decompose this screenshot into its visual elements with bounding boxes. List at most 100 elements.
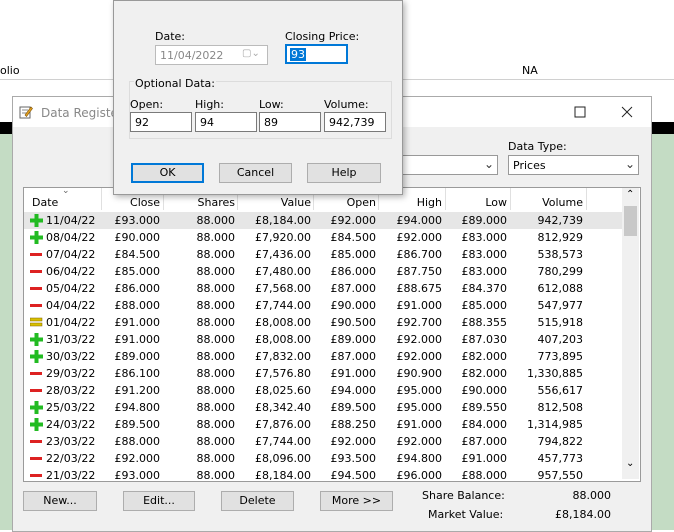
minus-icon xyxy=(30,389,42,392)
cell-date: 29/03/22 xyxy=(46,367,96,380)
maximize-button[interactable] xyxy=(570,103,590,121)
edit-button[interactable]: Edit... xyxy=(123,491,195,511)
cell-open: £87.000 xyxy=(330,282,377,295)
close-button[interactable] xyxy=(617,103,637,121)
cell-high: £92.000 xyxy=(396,350,443,363)
ok-button[interactable]: OK xyxy=(131,163,204,183)
table-row[interactable]: 11/04/22 £93.000 88.000 £8,184.00 £92.000 £94… xyxy=(24,212,622,229)
table-row[interactable]: 04/04/22 £88.000 88.000 £7,744.00 £90.000 £91… xyxy=(24,297,622,314)
delete-button[interactable]: Delete xyxy=(221,491,294,511)
cell-date: 23/03/22 xyxy=(46,435,96,448)
cell-value: £8,008.00 xyxy=(255,316,311,329)
cell-high: £91.000 xyxy=(396,418,443,431)
cell-high: £87.750 xyxy=(396,265,443,278)
minus-icon xyxy=(30,270,42,273)
more-button[interactable]: More >> xyxy=(320,491,393,511)
table-row[interactable]: 22/03/22 £92.000 88.000 £8,096.00 £93.500 £94… xyxy=(24,450,622,467)
col-header-high[interactable]: High xyxy=(379,196,442,209)
cell-low: £83.000 xyxy=(461,248,508,261)
col-header-shares[interactable]: Shares xyxy=(164,196,235,209)
cell-date: 05/04/22 xyxy=(46,282,96,295)
cell-volume: 780,299 xyxy=(537,265,584,278)
cell-close: £93.000 xyxy=(114,469,161,482)
minus-icon xyxy=(30,440,42,443)
calendar-icon[interactable]: ▢⌄ xyxy=(242,48,260,59)
table-row[interactable]: 05/04/22 £86.000 88.000 £7,568.00 £87.000 £88… xyxy=(24,280,622,297)
cell-close: £91.200 xyxy=(114,384,161,397)
data-type-label: Data Type: xyxy=(508,140,567,153)
table-row[interactable]: 28/03/22 £91.200 88.000 £8,025.60 £94.000 £95… xyxy=(24,382,622,399)
table-row[interactable]: 08/04/22 £90.000 88.000 £7,920.00 £84.500 £92… xyxy=(24,229,622,246)
table-row[interactable]: 31/03/22 £91.000 88.000 £8,008.00 £89.000 £92… xyxy=(24,331,622,348)
cell-close: £89.500 xyxy=(114,418,161,431)
col-header-date[interactable]: Date xyxy=(32,196,58,209)
register-edit-icon xyxy=(19,106,33,119)
cell-low: £87.030 xyxy=(461,333,508,346)
cell-low: £87.000 xyxy=(461,435,508,448)
equal-icon xyxy=(30,317,43,327)
table-row[interactable]: 24/03/22 £89.500 88.000 £7,876.00 £88.250 £91… xyxy=(24,416,622,433)
scroll-down-icon[interactable]: ⌄ xyxy=(626,458,634,469)
price-table: ⌄ Date Close Shares Value Open High Low … xyxy=(23,187,641,482)
cell-shares: 88.000 xyxy=(196,265,236,278)
col-header-low[interactable]: Low xyxy=(446,196,507,209)
open-field[interactable]: 92 xyxy=(130,112,192,132)
cell-date: 06/04/22 xyxy=(46,265,96,278)
minus-icon xyxy=(30,372,42,375)
table-row[interactable]: 30/03/22 £89.000 88.000 £7,832.00 £87.000 £92… xyxy=(24,348,622,365)
new-button[interactable]: New... xyxy=(23,491,97,511)
high-label: High: xyxy=(195,98,224,111)
cell-volume: 457,773 xyxy=(537,452,584,465)
table-row[interactable]: 23/03/22 £88.000 88.000 £7,744.00 £92.000 £92… xyxy=(24,433,622,450)
security-combo[interactable]: ⌄ xyxy=(401,155,498,175)
table-row[interactable]: 01/04/22 £91.000 88.000 £8,008.00 £90.500 £92… xyxy=(24,314,622,331)
table-row[interactable]: 07/04/22 £84.500 88.000 £7,436.00 £85.000 £86… xyxy=(24,246,622,263)
cell-high: £92.000 xyxy=(396,435,443,448)
table-row[interactable]: 06/04/22 £85.000 88.000 £7,480.00 £86.000 £87… xyxy=(24,263,622,280)
volume-field[interactable]: 942,739 xyxy=(324,112,386,132)
table-row[interactable]: 29/03/22 £86.100 88.000 £7,576.80 £91.000 £90… xyxy=(24,365,622,382)
scrollbar-thumb[interactable] xyxy=(624,206,637,236)
cell-close: £86.000 xyxy=(114,282,161,295)
volume-label: Volume: xyxy=(324,98,369,111)
background-row-value: NA xyxy=(522,64,538,77)
high-field[interactable]: 94 xyxy=(195,112,257,132)
cell-high: £95.000 xyxy=(396,401,443,414)
date-field[interactable]: 11/04/2022 ▢⌄ xyxy=(155,45,268,65)
closing-price-field[interactable]: 93 xyxy=(285,44,348,64)
table-scrollbar[interactable]: ⌃ ⌄ xyxy=(622,188,639,479)
cell-high: £95.000 xyxy=(396,384,443,397)
col-header-open[interactable]: Open xyxy=(314,196,376,209)
low-field[interactable]: 89 xyxy=(259,112,321,132)
cell-date: 25/03/22 xyxy=(46,401,96,414)
table-row[interactable]: 21/03/22 £93.000 88.000 £8,184.00 £94.500 £96… xyxy=(24,467,622,482)
low-label: Low: xyxy=(259,98,284,111)
minus-icon xyxy=(30,457,42,460)
cell-low: £88.355 xyxy=(461,316,508,329)
table-row[interactable]: 25/03/22 £94.800 88.000 £8,342.40 £89.500 £95… xyxy=(24,399,622,416)
data-type-select[interactable]: Prices ⌄ xyxy=(508,155,639,175)
help-button[interactable]: Help xyxy=(307,163,381,183)
date-label: Date: xyxy=(155,30,185,43)
col-header-volume[interactable]: Volume xyxy=(511,196,583,209)
cell-open: £90.500 xyxy=(330,316,377,329)
col-header-close[interactable]: Close xyxy=(102,196,160,209)
cell-date: 30/03/22 xyxy=(46,350,96,363)
chevron-down-icon: ⌄ xyxy=(624,157,635,171)
col-header-value[interactable]: Value xyxy=(238,196,311,209)
cell-close: £90.000 xyxy=(114,231,161,244)
cell-value: £7,876.00 xyxy=(255,418,311,431)
cell-open: £93.500 xyxy=(330,452,377,465)
plus-icon xyxy=(30,401,43,414)
cell-high: £92.700 xyxy=(396,316,443,329)
cell-close: £88.000 xyxy=(114,299,161,312)
scroll-up-icon[interactable]: ⌃ xyxy=(626,189,634,200)
minus-icon xyxy=(30,304,42,307)
cell-shares: 88.000 xyxy=(196,231,236,244)
volume-field-value: 942,739 xyxy=(329,116,375,129)
closing-price-label: Closing Price: xyxy=(285,30,360,43)
edit-price-dialog: Date: 11/04/2022 ▢⌄ Closing Price: 93 Op… xyxy=(113,0,403,195)
cell-shares: 88.000 xyxy=(196,316,236,329)
cancel-button[interactable]: Cancel xyxy=(219,163,292,183)
cell-close: £89.000 xyxy=(114,350,161,363)
